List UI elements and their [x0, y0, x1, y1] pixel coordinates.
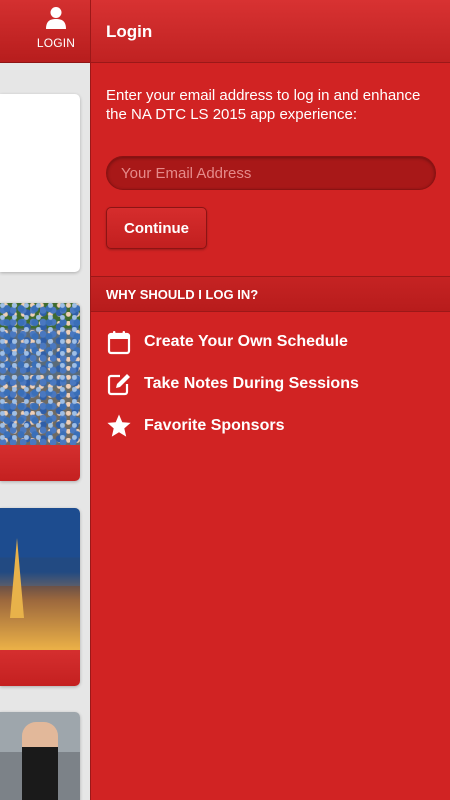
content-card[interactable]: [0, 94, 80, 272]
reason-notes: Take Notes During Sessions: [106, 370, 359, 398]
panel-title: Login: [106, 22, 153, 41]
star-icon: [107, 414, 131, 437]
content-card[interactable]: [0, 303, 80, 481]
panel-header: Login: [91, 0, 450, 63]
continue-button[interactable]: Continue: [106, 207, 207, 249]
runner-photo: [0, 712, 80, 800]
card-footer: [0, 445, 80, 481]
app-header: LOGIN: [0, 0, 90, 63]
card-footer: [0, 650, 80, 686]
reason-label: Favorite Sponsors: [144, 417, 285, 434]
city-photo: [0, 508, 80, 650]
login-tab-label: LOGIN: [36, 36, 76, 50]
content-card[interactable]: [0, 508, 80, 686]
edit-note-icon: [107, 374, 130, 396]
why-login-section-header: WHY SHOULD I LOG IN?: [91, 276, 450, 312]
login-tab-button[interactable]: LOGIN: [26, 6, 86, 56]
login-intro-text: Enter your email address to log in and e…: [106, 87, 421, 123]
reason-schedule: Create Your Own Schedule: [106, 328, 348, 356]
email-field[interactable]: [106, 156, 436, 190]
calendar-icon: [107, 331, 131, 355]
why-login-title: WHY SHOULD I LOG IN?: [106, 287, 259, 302]
background-app: LOGIN: [0, 0, 90, 800]
login-panel: Login Enter your email address to log in…: [90, 0, 450, 800]
runner-figure: [22, 722, 58, 800]
reason-label: Take Notes During Sessions: [144, 375, 359, 392]
reason-sponsors: Favorite Sponsors: [106, 412, 284, 440]
content-card[interactable]: [0, 712, 80, 800]
user-icon: [46, 7, 66, 29]
reason-label: Create Your Own Schedule: [144, 333, 348, 350]
group-photo: [0, 303, 80, 445]
tower-shape: [10, 538, 24, 618]
